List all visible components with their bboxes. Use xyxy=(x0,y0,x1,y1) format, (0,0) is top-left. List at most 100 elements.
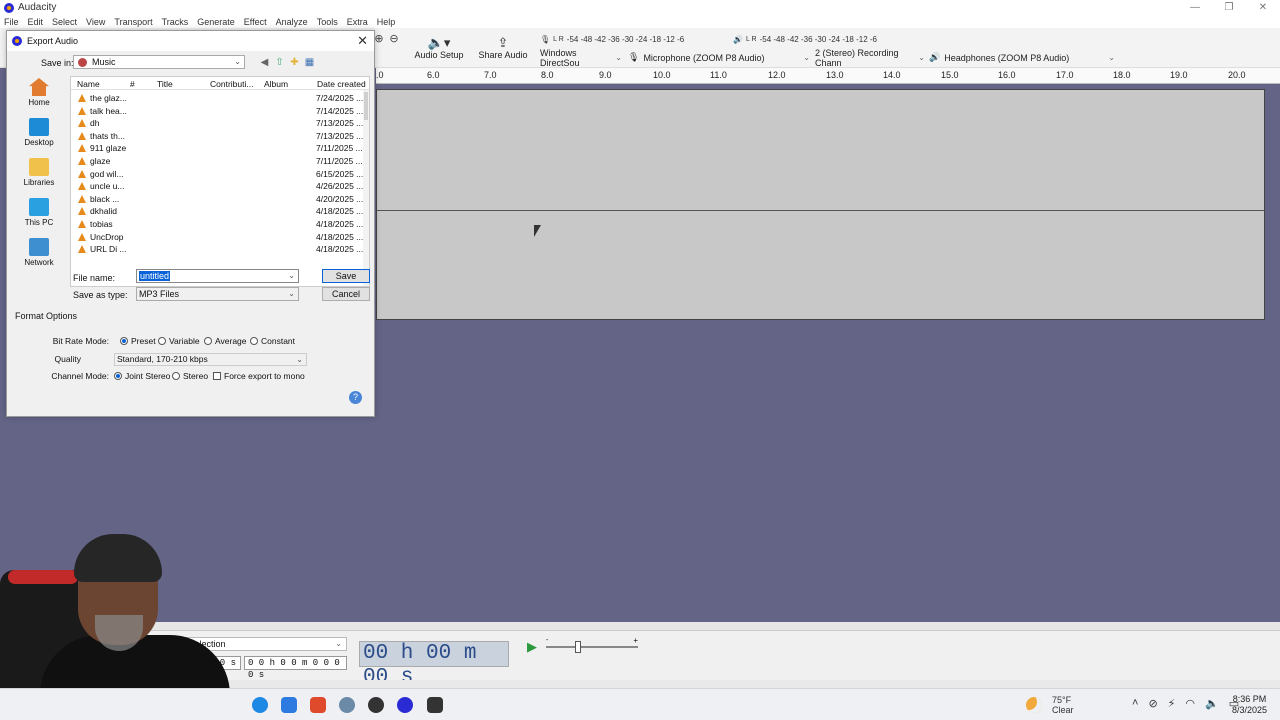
column-name[interactable]: Name xyxy=(77,79,100,89)
playback-device-select[interactable]: 🔊 Headphones (ZOOM P8 Audio) ⌄ xyxy=(929,50,1115,65)
file-list-vertical-scrollbar[interactable] xyxy=(363,90,369,286)
file-row[interactable]: thats th... 7/13/2025 ... xyxy=(71,130,369,143)
place-libraries[interactable]: Libraries xyxy=(13,158,65,187)
file-row[interactable]: URL Di ... 4/18/2025 ... xyxy=(71,243,369,256)
playback-meter[interactable]: 🔊 L R -54 -48 -42 -36 -30 -24 -18 -12 -6 xyxy=(733,31,877,47)
radio-variable[interactable]: Variable xyxy=(158,336,200,346)
column-date-created[interactable]: Date created xyxy=(317,79,366,89)
taskbar-clock[interactable]: 8:36 PM 8/3/2025 xyxy=(1232,694,1267,716)
back-icon[interactable]: ◀ xyxy=(257,56,272,69)
radio-stereo[interactable]: Stereo xyxy=(172,371,208,381)
radio-joint-stereo[interactable]: Joint Stereo xyxy=(114,371,170,381)
file-row[interactable]: 911 glaze 7/11/2025 ... xyxy=(71,142,369,155)
chevron-down-icon[interactable]: ⌄ xyxy=(288,270,295,282)
file-row[interactable]: uncle u... 4/26/2025 ... xyxy=(71,180,369,193)
volume-icon[interactable]: 🔈 xyxy=(1205,697,1219,710)
column-contributing[interactable]: Contributi... xyxy=(210,79,253,89)
menu-tools[interactable]: Tools xyxy=(317,17,338,27)
radio-dot xyxy=(204,337,212,345)
menu-extra[interactable]: Extra xyxy=(347,17,368,27)
force-mono-checkbox[interactable]: Force export to mono xyxy=(213,371,305,381)
radio-preset[interactable]: Preset xyxy=(120,336,156,346)
file-row[interactable]: UncDrop 4/18/2025 ... xyxy=(71,231,369,244)
menu-view[interactable]: View xyxy=(86,17,105,27)
timeline-ruler[interactable]: .0 6.0 7.0 8.0 9.0 10.0 11.0 12.0 13.0 1… xyxy=(376,68,1280,84)
close-button[interactable]: ✕ xyxy=(1246,0,1280,15)
menu-analyze[interactable]: Analyze xyxy=(276,17,308,27)
place-label: This PC xyxy=(24,218,54,227)
wifi-status-icon[interactable]: ⚡ xyxy=(1168,697,1176,710)
save-in-select[interactable]: Music ⌄ xyxy=(73,55,245,69)
edge-icon[interactable] xyxy=(252,697,268,713)
file-row[interactable]: dh 7/13/2025 ... xyxy=(71,117,369,130)
menu-select[interactable]: Select xyxy=(52,17,77,27)
zoom-out-icon[interactable]: ⊖ xyxy=(387,32,401,46)
file-list[interactable]: Name # Title Contributi... Album Date cr… xyxy=(70,76,370,287)
quality-select[interactable]: Standard, 170-210 kbps ⌄ xyxy=(114,353,307,366)
playback-meter-scale: -54 -48 -42 -36 -30 -24 -18 -12 -6 xyxy=(759,34,878,44)
play-icon[interactable]: ▶ xyxy=(527,639,537,655)
recording-channels-select[interactable]: 2 (Stereo) Recording Chann ⌄ xyxy=(815,48,925,68)
minimize-button[interactable]: — xyxy=(1178,0,1212,15)
checkbox-box xyxy=(213,372,221,380)
column-number[interactable]: # xyxy=(130,79,135,89)
selection-end-timecode[interactable]: 0 0 h 0 0 m 0 0 0 0 s xyxy=(244,656,347,680)
radio-constant[interactable]: Constant xyxy=(250,336,295,346)
help-icon[interactable]: ? xyxy=(349,391,362,404)
file-name-input[interactable]: untitled ⌄ xyxy=(136,269,299,283)
file-row[interactable]: black ... 4/20/2025 ... xyxy=(71,193,369,206)
column-album[interactable]: Album xyxy=(264,79,288,89)
app-dark-icon[interactable] xyxy=(427,697,443,713)
menu-file[interactable]: File xyxy=(4,17,19,27)
menu-effect[interactable]: Effect xyxy=(244,17,267,27)
place-home[interactable]: Home xyxy=(13,78,65,107)
dialog-titlebar[interactable]: Export Audio ✕ xyxy=(7,31,374,51)
place-this-pc[interactable]: This PC xyxy=(13,198,65,227)
audio-track[interactable] xyxy=(376,89,1265,320)
ruler-tick: 10.0 xyxy=(653,70,671,80)
record-meter[interactable]: 🎙 L R -54 -48 -42 -36 -30 -24 -18 -12 -6 xyxy=(540,31,684,47)
file-row[interactable]: tobias 4/18/2025 ... xyxy=(71,218,369,231)
brave-icon[interactable] xyxy=(310,697,326,713)
wifi-icon[interactable]: ◠ xyxy=(1185,697,1195,710)
save-as-type-select[interactable]: MP3 Files ⌄ xyxy=(136,287,299,301)
up-folder-icon[interactable]: ⇧ xyxy=(272,56,287,69)
settings-icon[interactable] xyxy=(339,697,355,713)
vlc-file-icon xyxy=(78,232,86,241)
menu-edit[interactable]: Edit xyxy=(28,17,44,27)
file-row[interactable]: dkhalid 4/18/2025 ... xyxy=(71,205,369,218)
recording-device-select[interactable]: 🎙 Microphone (ZOOM P8 Audio) ⌄ xyxy=(628,50,810,65)
export-audio-dialog: Export Audio ✕ Save in: Music ⌄ ◀ ⇧ ✚ ▦ … xyxy=(6,30,375,417)
menu-help[interactable]: Help xyxy=(377,17,396,27)
save-button[interactable]: Save xyxy=(322,269,370,283)
chevron-up-icon[interactable]: ˄ xyxy=(1132,697,1138,710)
maximize-button[interactable]: ❐ xyxy=(1212,0,1246,15)
file-row[interactable]: the glaz... 7/24/2025 ... xyxy=(71,92,369,105)
menu-transport[interactable]: Transport xyxy=(114,17,152,27)
network-disabled-icon[interactable]: ⊘ xyxy=(1148,697,1157,710)
audio-host-select[interactable]: Windows DirectSou ⌄ xyxy=(540,48,622,68)
obs-icon[interactable] xyxy=(368,697,384,713)
close-icon[interactable]: ✕ xyxy=(357,33,368,49)
audacity-taskbar-icon[interactable] xyxy=(397,697,413,713)
scrollbar-thumb[interactable] xyxy=(364,92,368,120)
audio-setup-button[interactable]: 🔈▾ Audio Setup xyxy=(412,31,466,65)
share-audio-button[interactable]: ⇪ Share Audio xyxy=(476,31,530,65)
new-folder-icon[interactable]: ✚ xyxy=(287,56,302,69)
slider-knob[interactable] xyxy=(575,641,581,653)
column-title[interactable]: Title xyxy=(157,79,173,89)
file-row[interactable]: glaze 7/11/2025 ... xyxy=(71,155,369,168)
menu-generate[interactable]: Generate xyxy=(197,17,235,27)
place-desktop[interactable]: Desktop xyxy=(13,118,65,147)
time-display[interactable]: 00 h 00 m 00 s xyxy=(359,641,509,689)
place-network[interactable]: Network xyxy=(13,238,65,267)
view-menu-icon[interactable]: ▦ xyxy=(302,56,317,69)
radio-average[interactable]: Average xyxy=(204,336,247,346)
cancel-button[interactable]: Cancel xyxy=(322,287,370,301)
app-blue-icon[interactable] xyxy=(281,697,297,713)
file-row[interactable]: god wil... 6/15/2025 ... xyxy=(71,168,369,181)
file-row[interactable]: talk hea... 7/14/2025 ... xyxy=(71,105,369,118)
playback-speed-slider[interactable]: - + xyxy=(546,636,638,653)
menu-tracks[interactable]: Tracks xyxy=(162,17,189,27)
weather-widget[interactable]: 75°F Clear xyxy=(1026,695,1074,715)
